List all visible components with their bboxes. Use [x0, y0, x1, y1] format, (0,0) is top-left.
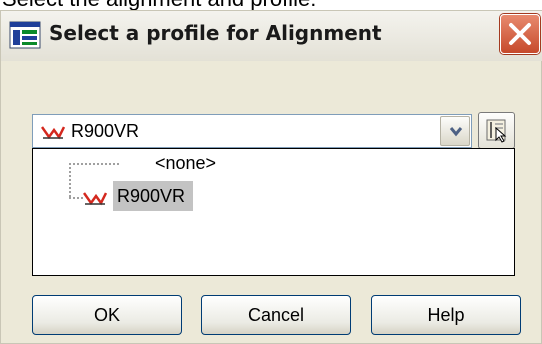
tree-item-r900vr[interactable]: R900VR [83, 181, 233, 211]
tree-connector [69, 163, 71, 197]
tree-connector [69, 197, 83, 199]
help-button[interactable]: Help [371, 295, 521, 335]
close-icon [509, 23, 531, 45]
cancel-button[interactable]: Cancel [201, 295, 351, 335]
pick-from-drawing-button[interactable] [478, 112, 515, 149]
dialog-title: Select a profile for Alignment [49, 21, 382, 45]
profile-dropdown[interactable]: R900VR [32, 114, 472, 148]
ok-button[interactable]: OK [32, 295, 182, 335]
profile-tree: <none> R900VR [32, 148, 515, 276]
title-bar: Select a profile for Alignment [1, 11, 542, 61]
pick-from-drawing-icon [486, 119, 507, 143]
dropdown-selected-value: R900VR [71, 121, 140, 141]
dropdown-toggle[interactable] [440, 116, 470, 146]
tree-item-none[interactable]: <none> [155, 153, 216, 174]
profile-icon [83, 192, 107, 206]
close-button[interactable] [500, 14, 540, 54]
chevron-down-icon [449, 127, 463, 137]
app-icon [9, 21, 41, 49]
profile-dialog: Select a profile for Alignment R900VR <n… [0, 10, 542, 344]
profile-icon [41, 126, 65, 140]
tree-connector [69, 163, 119, 165]
tree-item-label: R900VR [113, 181, 194, 211]
